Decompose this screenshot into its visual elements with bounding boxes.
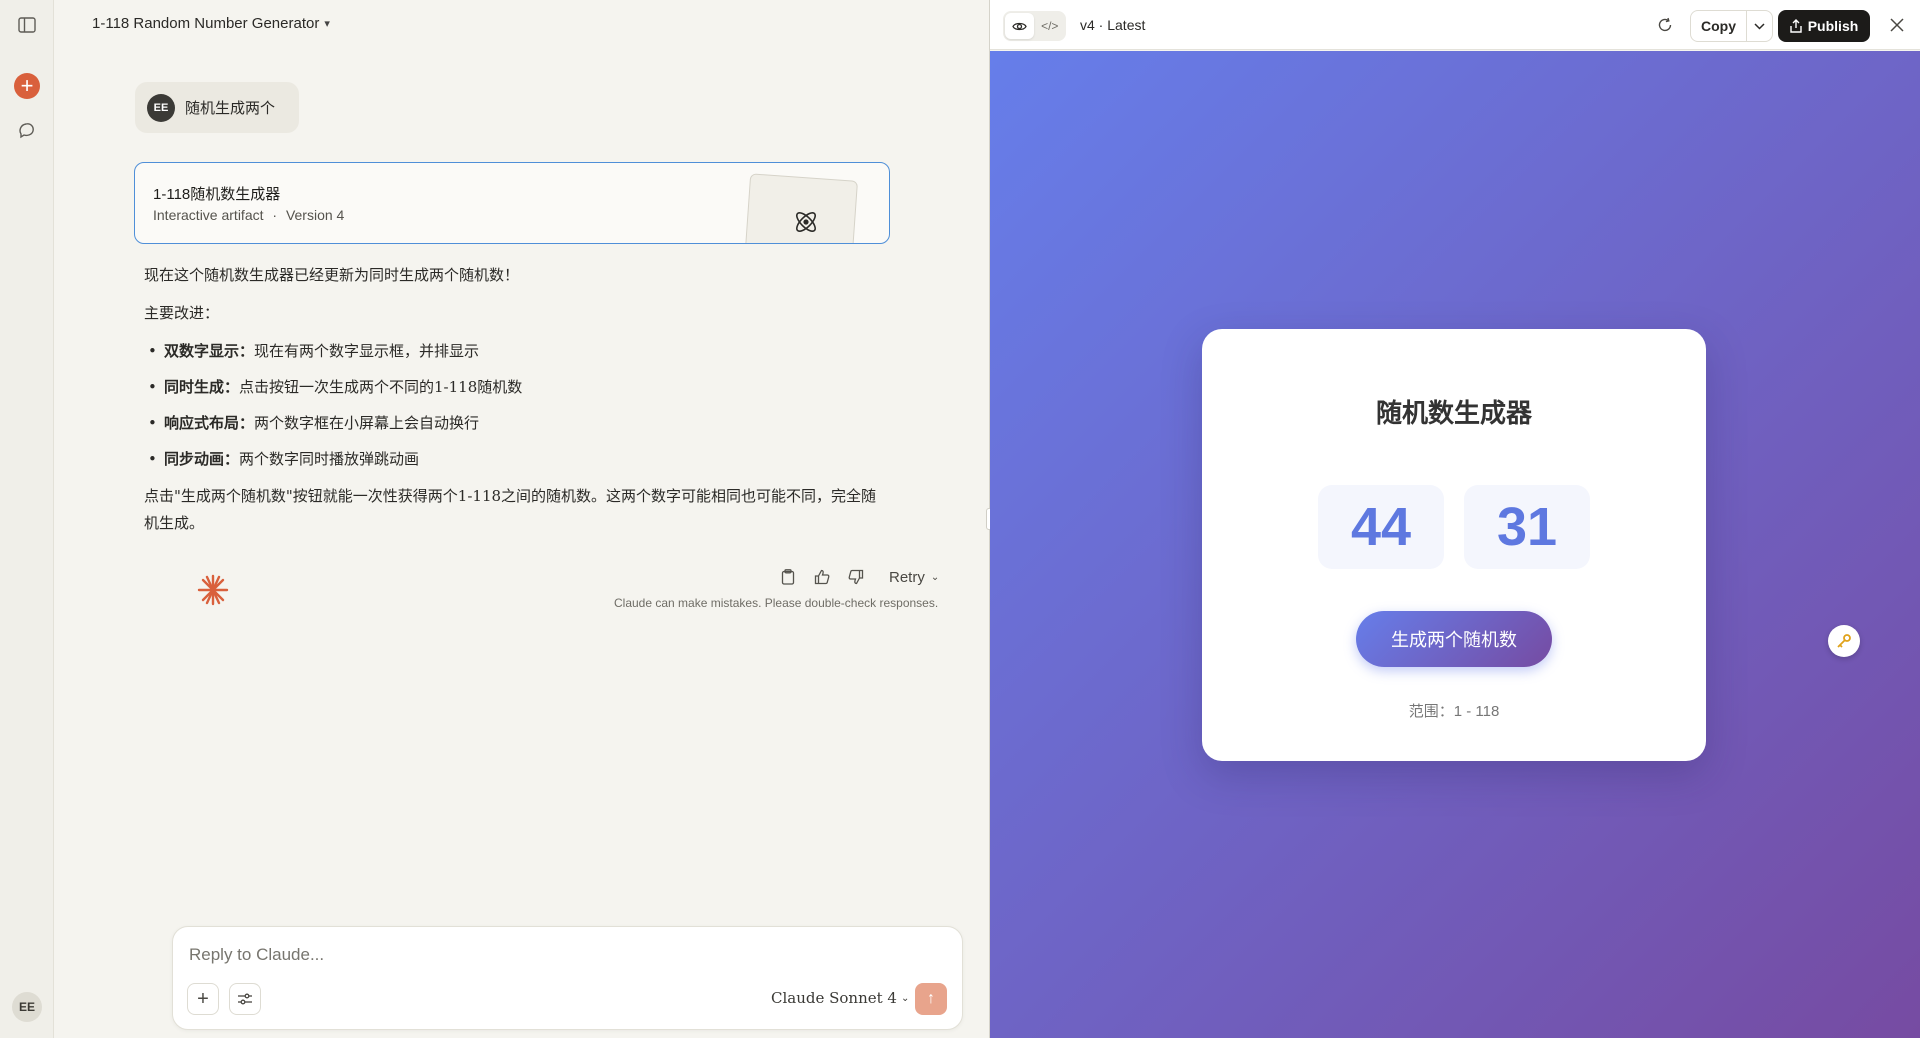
chat-title-menu[interactable]: 1-118 Random Number Generator ▾	[92, 15, 330, 32]
reply-bullet-list: 双数字显示：现在有两个数字显示框，并排显示 同时生成：点击按钮一次生成两个不同的…	[144, 338, 884, 473]
search-chats-icon[interactable]	[13, 116, 41, 144]
artifact-version: Version 4	[285, 207, 345, 223]
model-selector[interactable]: Claude Sonnet 4 ⌄	[771, 989, 909, 1007]
left-rail: + EE	[0, 0, 54, 1038]
account-avatar[interactable]: EE	[12, 992, 42, 1022]
reply-input[interactable]	[189, 945, 749, 965]
sliders-icon	[238, 993, 252, 1005]
generate-button[interactable]: 生成两个随机数	[1356, 611, 1552, 667]
range-label: 范围：1 - 118	[1408, 703, 1500, 720]
code-icon: </>	[1041, 19, 1059, 33]
new-chat-button[interactable]: +	[14, 73, 40, 99]
retry-button[interactable]: Retry ⌄	[889, 569, 939, 586]
copy-button-group: Copy	[1690, 10, 1773, 42]
bullet-text: 两个数字框在小屏幕上会自动换行	[254, 414, 480, 432]
send-button[interactable]: ↑	[915, 983, 947, 1015]
copy-icon[interactable]	[779, 568, 797, 586]
sidebar-toggle-icon[interactable]	[13, 11, 41, 39]
thumbs-up-icon[interactable]	[813, 568, 831, 586]
bullet-text: 现在有两个数字显示框，并排显示	[254, 342, 480, 360]
chat-title: 1-118 Random Number Generator	[92, 15, 320, 32]
chevron-down-icon: ▾	[324, 18, 330, 30]
preview-tab[interactable]	[1005, 13, 1034, 39]
bullet-text: 点击按钮一次生成两个不同的1-118随机数	[239, 378, 523, 396]
key-icon[interactable]	[1828, 625, 1860, 657]
list-item: 响应式布局：两个数字框在小屏幕上会自动换行	[144, 410, 884, 437]
code-tab[interactable]: </>	[1036, 13, 1065, 39]
publish-button[interactable]: Publish	[1778, 10, 1870, 42]
arrow-up-icon: ↑	[927, 990, 935, 1007]
user-avatar: EE	[147, 93, 175, 122]
bullet-term: 同步动画：	[164, 450, 240, 468]
model-name: Claude Sonnet 4	[771, 989, 897, 1007]
copy-button[interactable]: Copy	[1691, 11, 1746, 41]
close-icon[interactable]	[1886, 14, 1908, 36]
chat-column: 1-118 Random Number Generator ▾ EE 随机生成两…	[54, 0, 1034, 1038]
bullet-text: 两个数字同时播放弹跳动画	[239, 450, 420, 468]
chevron-down-icon	[1754, 22, 1765, 30]
bullet-term: 双数字显示：	[164, 342, 255, 360]
chevron-down-icon: ⌄	[900, 992, 910, 1004]
version-label[interactable]: v4 · Latest	[1080, 17, 1145, 33]
user-message: EE 随机生成两个	[135, 82, 300, 133]
artifact-panel-header: </> v4 · Latest Copy Publish	[990, 0, 1920, 50]
claude-logo-icon	[195, 572, 231, 608]
message-actions: Retry ⌄	[779, 568, 939, 586]
chevron-down-icon: ⌄	[930, 571, 940, 583]
reply-intro: 现在这个随机数生成器已经更新为同时生成两个随机数！	[144, 266, 520, 284]
artifact-title: 1-118随机数生成器	[153, 186, 281, 203]
generator-card: 随机数生成器 44 31 生成两个随机数 范围：1 - 118	[1202, 329, 1706, 761]
artifact-subtitle: Interactive artifact · Version 4	[153, 207, 344, 223]
number-display-1: 44	[1318, 485, 1444, 569]
artifact-kind: Interactive artifact	[153, 207, 264, 223]
composer: + Claude Sonnet 4 ⌄ ↑	[172, 926, 963, 1030]
plus-icon: +	[20, 73, 34, 98]
tools-button[interactable]	[229, 983, 261, 1015]
share-icon	[1790, 19, 1802, 33]
reply-outro: 点击"生成两个随机数"按钮就能一次性获得两个1-118之间的随机数。这两个数字可…	[144, 487, 877, 532]
artifact-card[interactable]: 1-118随机数生成器 Interactive artifact · Versi…	[134, 162, 890, 244]
user-message-text: 随机生成两个	[185, 100, 276, 117]
retry-label: Retry	[889, 568, 925, 586]
thumbs-down-icon[interactable]	[847, 568, 865, 586]
list-item: 同时生成：点击按钮一次生成两个不同的1-118随机数	[144, 374, 884, 401]
plus-icon: +	[197, 987, 209, 1010]
publish-label: Publish	[1807, 18, 1859, 34]
artifact-separator: ·	[272, 207, 278, 223]
reply-subhead: 主要改进：	[144, 304, 220, 322]
generator-title: 随机数生成器	[1375, 398, 1532, 428]
refresh-icon[interactable]	[1654, 14, 1676, 36]
eye-icon	[1012, 22, 1027, 30]
number-display-2: 31	[1464, 485, 1590, 569]
disclaimer: Claude can make mistakes. Please double-…	[614, 596, 939, 610]
bullet-term: 响应式布局：	[164, 414, 255, 432]
view-toggle: </>	[1003, 11, 1066, 41]
assistant-reply: 现在这个随机数生成器已经更新为同时生成两个随机数！ 主要改进： 双数字显示：现在…	[144, 262, 884, 548]
list-item: 双数字显示：现在有两个数字显示框，并排显示	[144, 338, 884, 365]
atom-icon	[791, 207, 821, 237]
list-item: 同步动画：两个数字同时播放弹跳动画	[144, 446, 884, 473]
add-attachment-button[interactable]: +	[187, 983, 219, 1015]
copy-options-button[interactable]	[1746, 11, 1772, 41]
artifact-preview: 随机数生成器 44 31 生成两个随机数 范围：1 - 118	[990, 51, 1920, 1038]
bullet-term: 同时生成：	[164, 378, 240, 396]
